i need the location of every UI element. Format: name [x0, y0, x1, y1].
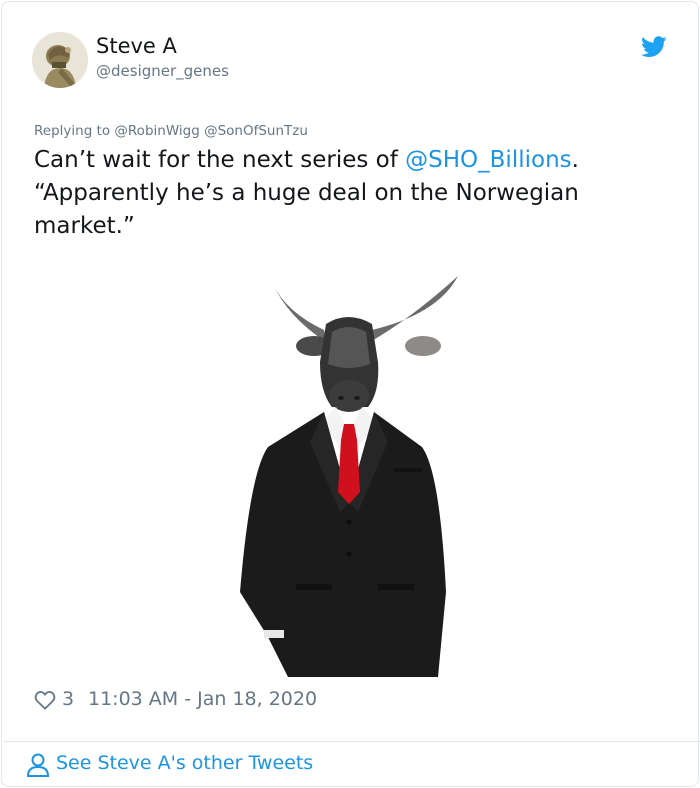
tweet-text-before: Can’t wait for the next series of — [34, 147, 406, 173]
tweet-card: Steve A @designer_genes Replying to @Rob… — [1, 1, 700, 787]
tweet-header: Steve A @designer_genes — [32, 32, 672, 92]
more-tweets-label[interactable]: See Steve A's other Tweets — [56, 752, 313, 774]
reply-mention-sonofsuntzu[interactable]: @SonOfSunTzu — [204, 123, 308, 139]
tweet-text: Can’t wait for the next series of @SHO_B… — [34, 144, 674, 243]
tweet-meta: 3 11:03 AM - Jan 18, 2020 — [34, 688, 674, 714]
author-name[interactable]: Steve A — [96, 34, 177, 58]
more-tweets-link[interactable]: See Steve A's other Tweets — [26, 750, 426, 780]
tweet-timestamp[interactable]: 11:03 AM - Jan 18, 2020 — [88, 688, 317, 710]
tweet-photo[interactable] — [228, 272, 468, 677]
person-icon — [26, 753, 50, 777]
replying-to: Replying to @RobinWigg @SonOfSunTzu — [34, 123, 308, 139]
author-handle[interactable]: @designer_genes — [96, 62, 229, 80]
divider — [3, 741, 700, 742]
like-count[interactable]: 3 — [62, 688, 74, 710]
tweet-mention-link[interactable]: @SHO_Billions — [405, 147, 571, 173]
avatar[interactable] — [32, 32, 88, 88]
heart-icon[interactable] — [34, 690, 56, 710]
replying-prefix: Replying to — [34, 123, 111, 139]
reply-mention-robinwigg[interactable]: @RobinWigg — [114, 123, 199, 139]
twitter-bird-icon[interactable] — [641, 36, 667, 58]
